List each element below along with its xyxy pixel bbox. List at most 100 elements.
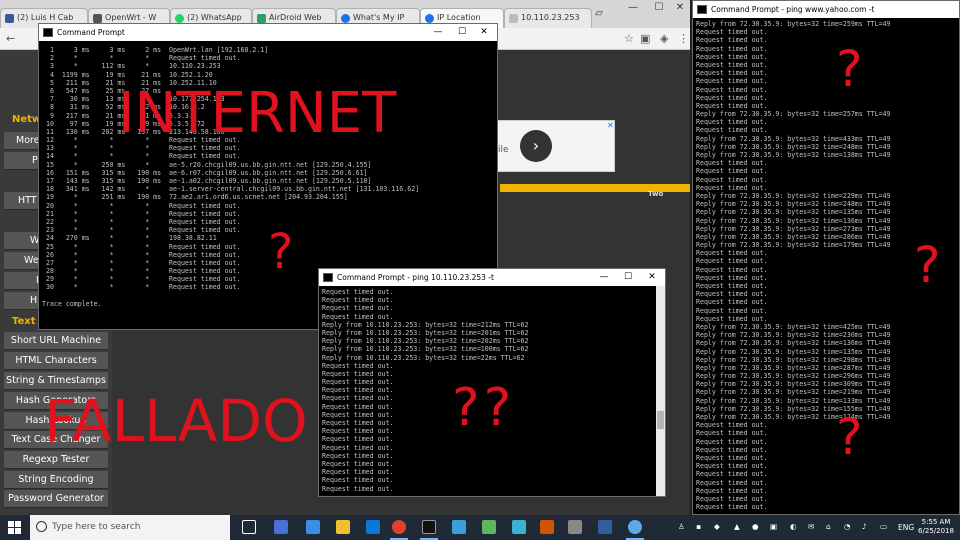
ad-arrow-button[interactable]: ›	[520, 130, 552, 162]
minimize-icon[interactable]: —	[427, 24, 449, 41]
console-line: 24 270 ms * * 198.38.82.11	[42, 234, 217, 243]
console-line: Reply from 72.30.35.9: bytes=32 time=259…	[696, 20, 891, 28]
nav-item-partial[interactable]: I	[4, 272, 39, 290]
nav-item-html-characters[interactable]: HTML Characters	[4, 352, 108, 370]
tray-icon[interactable]: ⌂	[826, 522, 831, 531]
console-line: Request timed out.	[322, 451, 394, 460]
tray-icon[interactable]: ▲	[734, 522, 740, 531]
console-line: Request timed out.	[322, 369, 394, 378]
app-icon[interactable]	[482, 520, 496, 534]
console-line: 17 143 ms 315 ms 190 ms ae-1.a02.chcgil0…	[42, 177, 372, 185]
nav-item-partial[interactable]: P	[4, 152, 38, 170]
close-icon[interactable]: ✕	[641, 269, 663, 286]
app-icon[interactable]	[598, 520, 612, 534]
console-line: Request timed out.	[696, 306, 768, 315]
console-line: Request timed out.	[696, 77, 768, 86]
tray-icon[interactable]: ✉	[808, 522, 814, 531]
menu-icon[interactable]: ⋮	[678, 32, 689, 45]
extension-icon[interactable]: ▣	[640, 32, 650, 45]
windows-start-icon[interactable]	[8, 521, 22, 535]
file-explorer-icon[interactable]	[336, 520, 350, 534]
store-icon[interactable]	[366, 520, 380, 534]
console-line: Request timed out.	[696, 470, 768, 479]
console-line: Reply from 72.30.35.9: bytes=32 time=248…	[696, 142, 891, 151]
volume-icon[interactable]: ♪	[862, 522, 867, 531]
chrome-icon[interactable]	[392, 520, 406, 534]
nav-item-partial[interactable]: HTT	[4, 192, 38, 210]
close-icon[interactable]	[937, 1, 959, 18]
tray-icon[interactable]: ▪	[696, 522, 701, 531]
console-line: Request timed out.	[696, 478, 768, 487]
app-icon[interactable]	[568, 520, 582, 534]
new-tab-button[interactable]: ▱	[592, 6, 606, 22]
banner-text: Two	[648, 190, 664, 198]
network-icon[interactable]: ◔	[844, 522, 851, 531]
nav-item-partial[interactable]: Wel	[4, 252, 41, 270]
tray-icon[interactable]: ▭	[880, 522, 887, 531]
extension-icon[interactable]: ◈	[660, 32, 668, 45]
app-icon[interactable]	[306, 520, 320, 534]
app-icon[interactable]	[512, 520, 526, 534]
nav-item-more[interactable]: More	[4, 132, 40, 150]
clock[interactable]: 5:55 AM 6/25/2018	[916, 518, 956, 536]
tray-icon[interactable]: ◐	[790, 522, 797, 531]
maximize-icon[interactable]: ☐	[617, 269, 639, 286]
console-line: Reply from 72.30.35.9: bytes=32 time=257…	[696, 110, 891, 119]
language-indicator[interactable]: ENG	[898, 523, 914, 532]
console-line: Reply from 72.30.35.9: bytes=32 time=155…	[696, 404, 891, 413]
console-line: Reply from 72.30.35.9: bytes=32 time=136…	[696, 216, 891, 225]
close-icon[interactable]: ✕	[473, 24, 495, 41]
app-icon[interactable]	[540, 520, 554, 534]
minimize-icon[interactable]: —	[620, 0, 646, 16]
nav-item-short-url[interactable]: Short URL Machine	[4, 332, 108, 350]
tray-person-icon[interactable]: ♙	[678, 522, 685, 531]
console-line: Reply from 72.30.35.9: bytes=32 time=273…	[696, 224, 891, 233]
desktop: (2) Luis H Cab OpenWrt - W (2) WhatsApp …	[0, 0, 960, 540]
console-line: 2 * * * Request timed out.	[42, 54, 241, 63]
console-line: Request timed out.	[322, 468, 394, 477]
close-icon[interactable]: ✕	[670, 0, 690, 16]
maximize-icon[interactable]: ☐	[646, 0, 672, 16]
star-icon[interactable]: ☆	[624, 32, 634, 45]
minimize-icon[interactable]: —	[593, 269, 615, 286]
console-line: 16 151 ms 315 ms 190 ms ae-6.r07.chcgil0…	[42, 168, 368, 177]
back-icon[interactable]: ←	[6, 32, 15, 45]
cmd-taskbar-icon[interactable]	[422, 520, 436, 534]
nav-item-string-encoding[interactable]: String Encoding	[4, 471, 108, 489]
app-icon[interactable]	[452, 520, 466, 534]
task-view-icon[interactable]	[242, 520, 256, 534]
tray-icon[interactable]: ◆	[714, 522, 720, 531]
console-line: Reply from 10.110.23.253: bytes=32 time=…	[322, 353, 525, 362]
globe-icon	[341, 14, 350, 23]
taskbar-search-box[interactable]: Type here to search	[30, 515, 230, 540]
scrollbar[interactable]	[656, 286, 665, 496]
console-line: Request timed out.	[322, 361, 394, 370]
tray-icon[interactable]: ●	[752, 522, 759, 531]
nav-item-password-generator[interactable]: Password Generator	[4, 490, 108, 508]
maximize-icon[interactable]: ☐	[451, 24, 473, 41]
console-line: Request timed out.	[696, 44, 768, 53]
browser-tab-6[interactable]: 10.110.23.253	[504, 8, 592, 28]
openwrt-icon	[93, 14, 102, 23]
console-line: Reply from 10.110.23.253: bytes=32 time=…	[322, 320, 529, 329]
clock-date: 6/25/2018	[918, 527, 954, 535]
console-line: Request timed out.	[696, 486, 768, 495]
nav-item-partial[interactable]: H	[4, 292, 38, 310]
console-line: Reply from 10.110.23.253: bytes=32 time=…	[322, 337, 529, 346]
nav-item-partial[interactable]: W	[4, 232, 39, 250]
console-line: Request timed out.	[696, 93, 768, 102]
console-line: Request timed out.	[696, 314, 768, 323]
console-line: 25 * * * Request timed out.	[42, 242, 241, 251]
annotation-question: ?	[268, 224, 294, 280]
app-icon[interactable]	[628, 520, 642, 534]
app-icon[interactable]	[274, 520, 288, 534]
console-line: Request timed out.	[322, 312, 394, 321]
cmd-icon	[697, 5, 707, 14]
ad-close-icon[interactable]: ✕	[607, 121, 614, 130]
scrollbar-thumb[interactable]	[657, 411, 664, 429]
console-line: 19 * 251 ms 190 ms 72.ae2.ar1.ord6.us.sc…	[42, 193, 348, 202]
tray-icon[interactable]: ▣	[770, 522, 777, 531]
console-line: Request timed out.	[696, 101, 768, 110]
console-line: Reply from 72.30.35.9: bytes=32 time=138…	[696, 151, 891, 159]
console-line: Request timed out.	[696, 494, 768, 503]
